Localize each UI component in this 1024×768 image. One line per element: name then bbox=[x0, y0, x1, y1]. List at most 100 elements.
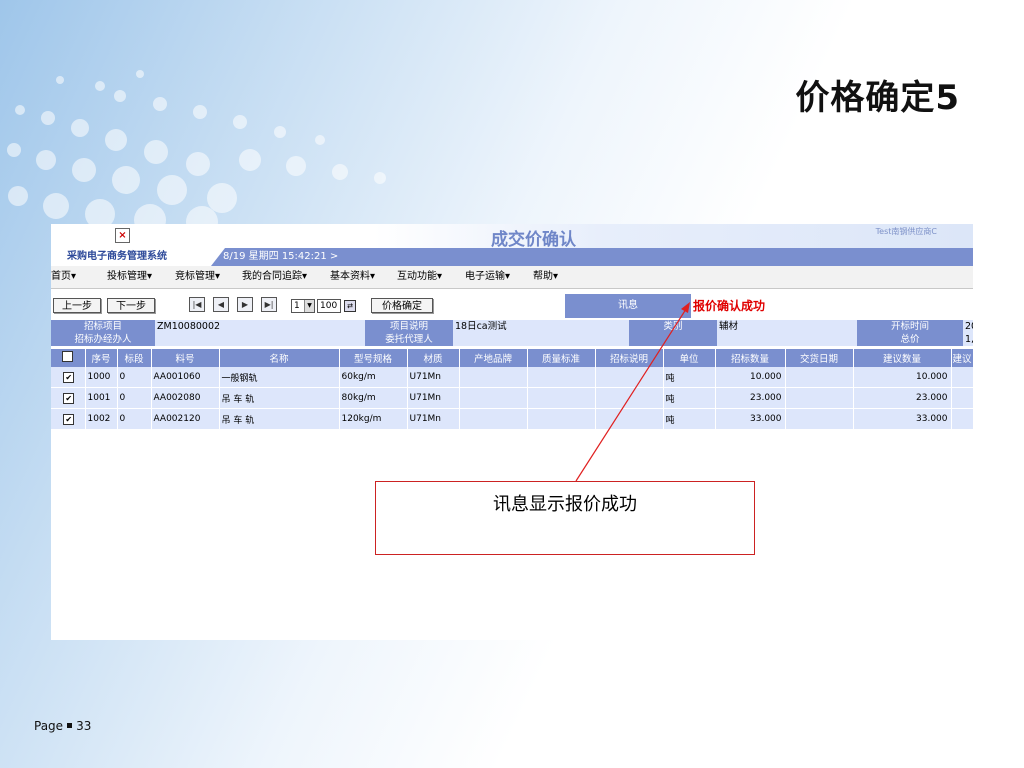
window-titlebar: × 成交价确认 Test南钢供应商C bbox=[51, 224, 973, 250]
cell-origin bbox=[459, 387, 528, 409]
col-origin: 产地品牌 bbox=[459, 349, 528, 367]
cell-material: U71Mn bbox=[407, 387, 460, 409]
cell-unit: 吨 bbox=[663, 408, 716, 430]
desc-label: 项目说明 bbox=[365, 320, 453, 333]
col-suggest: 建议 bbox=[951, 349, 973, 367]
cell-origin bbox=[459, 408, 528, 430]
window-title: 成交价确认 bbox=[491, 230, 576, 250]
cell-spec: 60kg/m bbox=[339, 367, 408, 388]
total-price-value: 1, bbox=[963, 333, 973, 346]
row-checkbox[interactable]: ✔ bbox=[51, 408, 86, 430]
blank-value bbox=[717, 333, 857, 346]
menu-item-interaction[interactable]: 互动功能▾ bbox=[397, 266, 442, 288]
callout-box: 讯息显示报价成功 bbox=[375, 481, 755, 555]
menu-item-home[interactable]: 首页▾ bbox=[51, 266, 76, 288]
cell-qty: 10.000 bbox=[715, 367, 786, 388]
bullet-square-icon bbox=[67, 723, 73, 728]
page-current: 1 bbox=[294, 301, 300, 311]
menu-item-auction[interactable]: 竞标管理▾ bbox=[175, 266, 220, 288]
app-bar: 采购电子商务管理系统 8/19 星期四 15:42:21 > bbox=[51, 248, 973, 266]
cell-seq: 1001 bbox=[85, 387, 118, 409]
col-seq: 序号 bbox=[85, 349, 118, 367]
check-icon: ✔ bbox=[63, 392, 75, 404]
cell-note bbox=[595, 408, 664, 430]
cell-qty: 33.000 bbox=[715, 408, 786, 430]
select-all-checkbox[interactable] bbox=[51, 349, 86, 367]
cell-material: U71Mn bbox=[407, 408, 460, 430]
col-qty: 招标数量 bbox=[715, 349, 786, 367]
category-label: 类别 bbox=[629, 320, 717, 333]
row-checkbox[interactable]: ✔ bbox=[51, 387, 86, 409]
menu-item-contracts[interactable]: 我的合同追踪▾ bbox=[242, 266, 307, 288]
check-icon: ✔ bbox=[63, 371, 75, 383]
message-text: 报价确认成功 bbox=[693, 299, 766, 313]
col-quality: 质量标准 bbox=[527, 349, 596, 367]
cell-part-no: AA002120 bbox=[151, 408, 220, 430]
table-row: ✔ 1001 0 AA002080 吊 车 轨 80kg/m U71Mn 吨 2… bbox=[51, 387, 973, 409]
page-select[interactable]: 1 ▼ bbox=[291, 299, 315, 313]
first-page-icon[interactable]: |◀ bbox=[189, 297, 205, 312]
price-confirm-button[interactable]: 价格确定 bbox=[371, 298, 433, 313]
cell-quality bbox=[527, 408, 596, 430]
col-unit: 单位 bbox=[663, 349, 716, 367]
check-icon: ✔ bbox=[63, 413, 75, 425]
prev-button[interactable]: 上一步 bbox=[53, 298, 101, 313]
cell-section: 0 bbox=[117, 367, 152, 388]
cell-seq: 1002 bbox=[85, 408, 118, 430]
col-name: 名称 bbox=[219, 349, 340, 367]
menu-bar: 首页▾ 投标管理▾ 竞标管理▾ 我的合同追踪▾ 基本资料▾ 互动功能▾ 电子运输… bbox=[51, 266, 973, 289]
project-value: ZM10080002 bbox=[155, 320, 365, 333]
next-button[interactable]: 下一步 bbox=[107, 298, 155, 313]
cell-delivery[interactable] bbox=[785, 367, 854, 388]
cell-spec: 80kg/m bbox=[339, 387, 408, 409]
cell-delivery[interactable] bbox=[785, 408, 854, 430]
row-checkbox[interactable]: ✔ bbox=[51, 367, 86, 388]
cell-part-no: AA002080 bbox=[151, 387, 220, 409]
total-price-label: 总价 bbox=[857, 333, 963, 346]
table-row: ✔ 1002 0 AA002120 吊 车 轨 120kg/m U71Mn 吨 … bbox=[51, 408, 973, 430]
menu-item-basic-data[interactable]: 基本资料▾ bbox=[330, 266, 375, 288]
col-part-no: 料号 bbox=[151, 349, 220, 367]
next-page-icon[interactable]: ▶ bbox=[237, 297, 253, 312]
menu-item-help[interactable]: 帮助▾ bbox=[533, 266, 558, 288]
blank-label bbox=[629, 333, 717, 346]
cell-note bbox=[595, 367, 664, 388]
user-info: Test南钢供应商C bbox=[875, 227, 937, 236]
cell-name: 吊 车 轨 bbox=[219, 387, 340, 409]
last-page-icon[interactable]: ▶| bbox=[261, 297, 277, 312]
menu-item-bidding[interactable]: 投标管理▾ bbox=[107, 266, 152, 288]
table-header-row: 序号 标段 料号 名称 型号规格 材质 产地品牌 质量标准 招标说明 单位 招标… bbox=[51, 349, 973, 367]
cell-origin bbox=[459, 367, 528, 388]
cell-delivery[interactable] bbox=[785, 387, 854, 409]
handler-value bbox=[155, 333, 365, 346]
cell-quality bbox=[527, 387, 596, 409]
agent-label: 委托代理人 bbox=[365, 333, 453, 346]
col-section: 标段 bbox=[117, 349, 152, 367]
cell-quality bbox=[527, 367, 596, 388]
handler-label: 招标办经办人 bbox=[51, 333, 155, 346]
col-delivery: 交货日期 bbox=[785, 349, 854, 367]
page-number: 33 bbox=[76, 719, 92, 733]
table-row: ✔ 1000 0 AA001060 一般钢轨 60kg/m U71Mn 吨 10… bbox=[51, 367, 973, 388]
cell-name: 一般钢轨 bbox=[219, 367, 340, 388]
col-suggest-qty: 建议数量 bbox=[853, 349, 952, 367]
cell-suggest-qty: 23.000 bbox=[853, 387, 952, 409]
app-screenshot: × 成交价确认 Test南钢供应商C 采购电子商务管理系统 8/19 星期四 1… bbox=[51, 224, 973, 640]
menu-item-transport[interactable]: 电子运输▾ bbox=[465, 266, 510, 288]
go-icon[interactable]: ⇄ bbox=[344, 300, 356, 312]
open-time-value: 20 bbox=[963, 320, 973, 333]
cell-suggest-qty: 10.000 bbox=[853, 367, 952, 388]
cell-qty: 23.000 bbox=[715, 387, 786, 409]
cell-suggest bbox=[951, 367, 973, 388]
col-spec: 型号规格 bbox=[339, 349, 408, 367]
close-icon[interactable]: × bbox=[115, 228, 130, 243]
project-info: 招标项目 ZM10080002 项目说明 18日ca测试 类别 辅材 开标时间 … bbox=[51, 320, 973, 346]
datetime: 8/19 星期四 15:42:21 > bbox=[223, 251, 339, 262]
cell-suggest-qty: 33.000 bbox=[853, 408, 952, 430]
cell-material: U71Mn bbox=[407, 367, 460, 388]
prev-page-icon[interactable]: ◀ bbox=[213, 297, 229, 312]
cell-section: 0 bbox=[117, 387, 152, 409]
agent-value bbox=[453, 333, 629, 346]
cell-suggest bbox=[951, 408, 973, 430]
open-time-label: 开标时间 bbox=[857, 320, 963, 333]
